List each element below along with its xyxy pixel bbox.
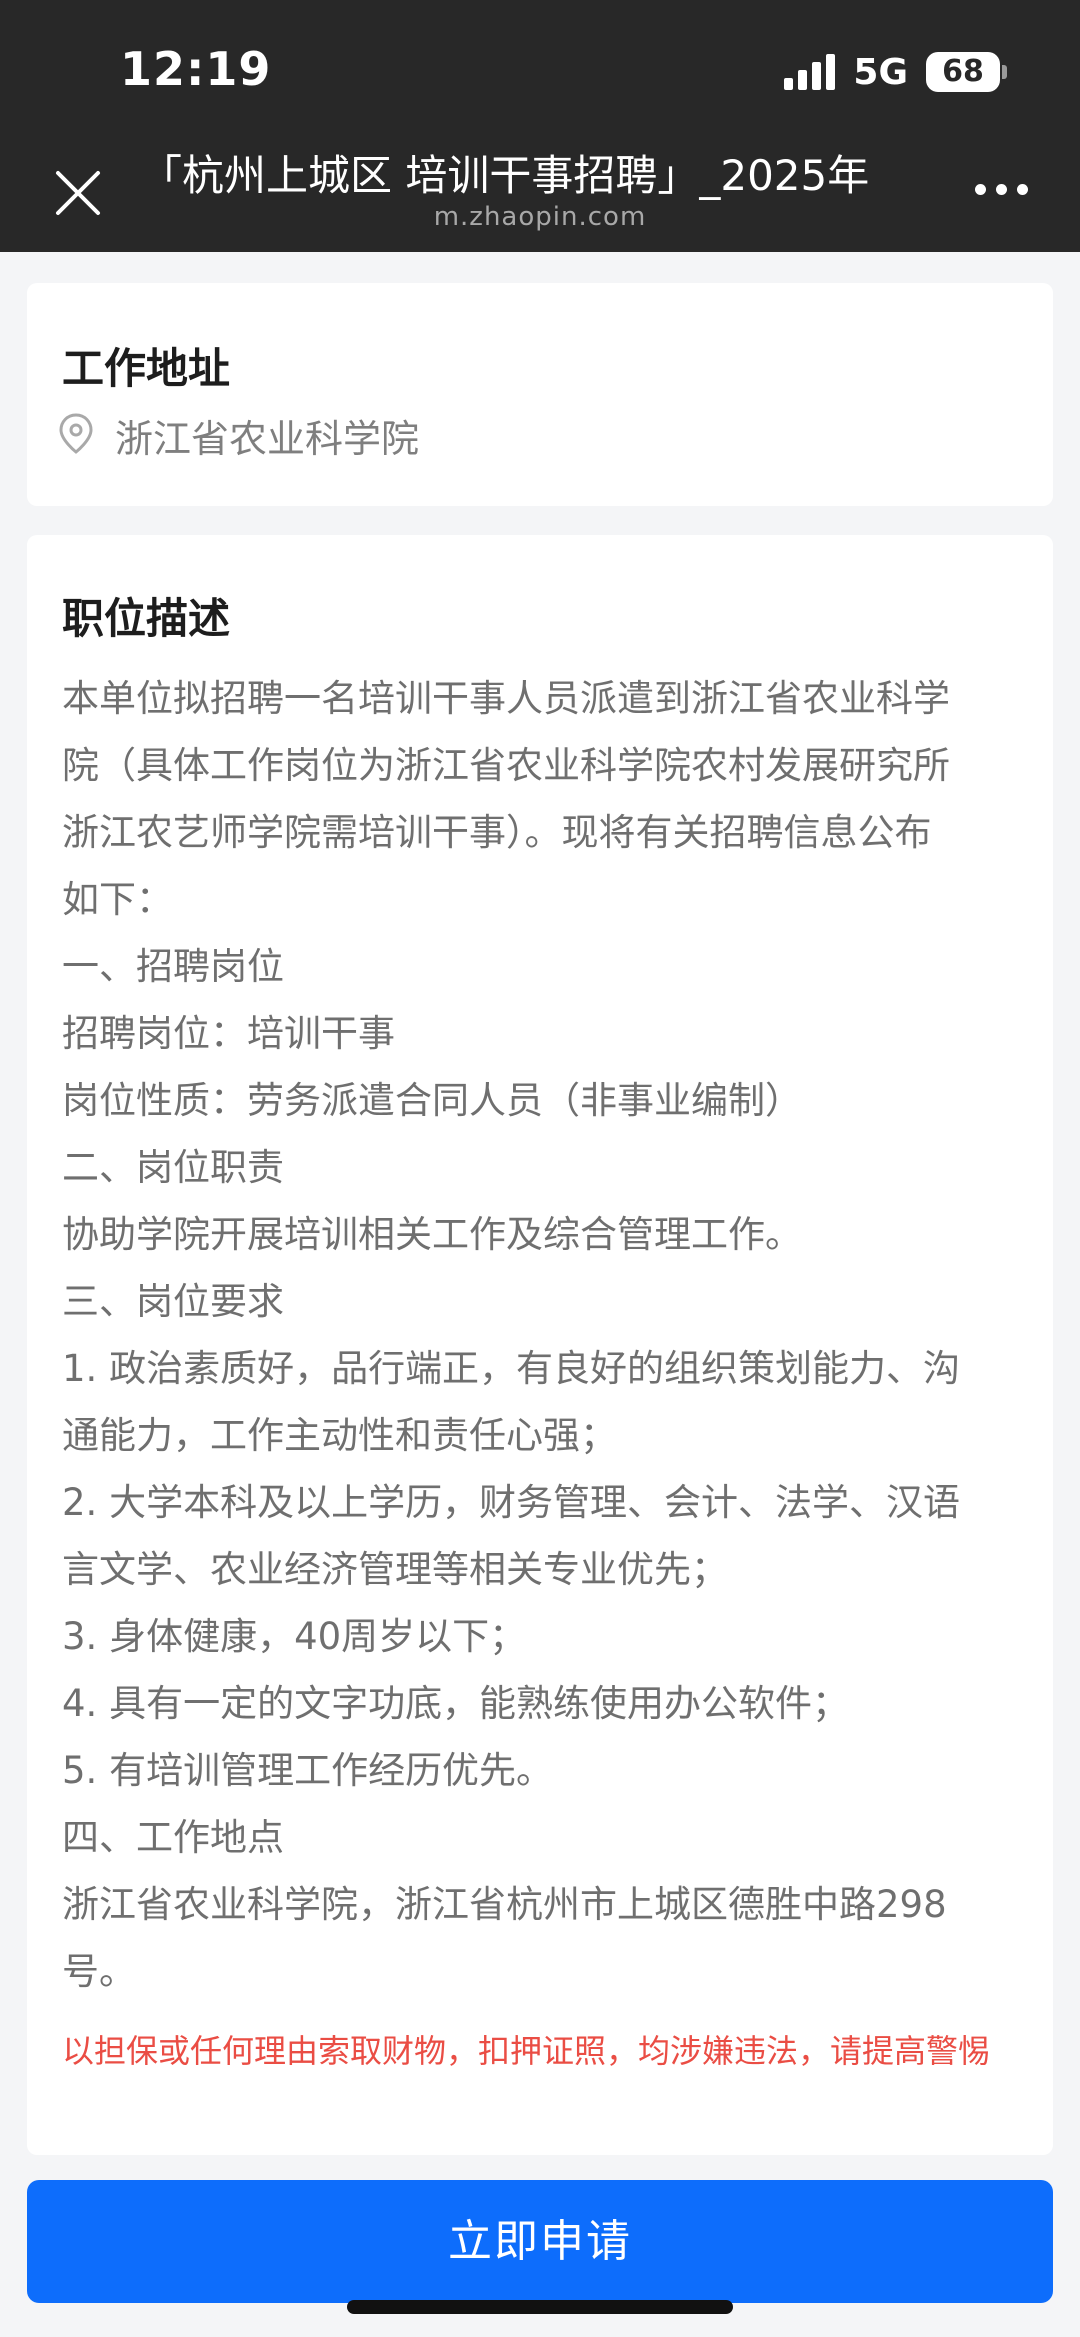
work-address-title: 工作地址 — [62, 344, 231, 393]
battery-icon: 68 — [926, 52, 1007, 92]
description-line: 号。 — [62, 1950, 136, 1993]
description-line: 岗位性质：劳务派遣合同人员（非事业编制） — [62, 1079, 802, 1122]
description-line: 3. 身体健康，40周岁以下； — [62, 1615, 527, 1658]
description-line: 四、工作地点 — [62, 1816, 284, 1859]
status-indicators: 5G 68 — [784, 50, 1007, 94]
apply-now-button[interactable]: 立即申请 — [27, 2180, 1053, 2303]
battery-level: 68 — [942, 54, 984, 89]
job-description-title: 职位描述 — [62, 594, 231, 643]
description-line: 如下： — [62, 878, 173, 921]
description-line: 一、招聘岗位 — [62, 945, 284, 988]
more-icon[interactable] — [975, 184, 1028, 195]
job-description-card: 职位描述 本单位拟招聘一名培训干事人员派遣到浙江省农业科学 院（具体工作岗位为浙… — [27, 535, 1053, 2155]
network-type: 5G — [853, 51, 908, 93]
description-line: 协助学院开展培训相关工作及综合管理工作。 — [62, 1213, 802, 1256]
status-time: 12:19 — [120, 42, 272, 96]
signal-icon — [784, 54, 836, 90]
job-description-body: 本单位拟招聘一名培训干事人员派遣到浙江省农业科学 院（具体工作岗位为浙江省农业科… — [62, 665, 1024, 2075]
description-line: 1. 政治素质好，品行端正，有良好的组织策划能力、沟 — [62, 1347, 961, 1390]
home-indicator[interactable] — [347, 2300, 733, 2314]
description-line: 三、岗位要求 — [62, 1280, 284, 1323]
address-row[interactable]: 浙江省农业科学院 — [57, 408, 419, 463]
address-text: 浙江省农业科学院 — [115, 417, 420, 461]
description-line: 浙江农艺师学院需培训干事）。现将有关招聘信息公布 — [62, 811, 932, 854]
fraud-warning: 以担保或任何理由索取财物，扣押证照，均涉嫌违法，请提高警惕 — [62, 2032, 991, 2070]
description-line: 5. 有培训管理工作经历优先。 — [62, 1749, 554, 1792]
page-title: 「杭州上城区 培训干事招聘」_2025年 — [140, 151, 870, 200]
description-line: 通能力，工作主动性和责任心强； — [62, 1414, 617, 1457]
description-line: 言文学、农业经济管理等相关专业优先； — [62, 1548, 728, 1591]
description-line: 招聘岗位：培训干事 — [62, 1012, 395, 1055]
work-address-card: 工作地址 浙江省农业科学院 — [27, 283, 1053, 506]
top-bar: 12:19 5G 68 「杭州上城区 培训干事招聘」_2025年 m.zhaop… — [0, 0, 1080, 252]
description-line: 4. 具有一定的文字功底，能熟练使用办公软件； — [62, 1682, 850, 1725]
description-line: 二、岗位职责 — [62, 1146, 284, 1189]
description-line: 院（具体工作岗位为浙江省农业科学院农村发展研究所 — [62, 744, 950, 787]
description-line: 本单位拟招聘一名培训干事人员派遣到浙江省农业科学 — [62, 677, 950, 720]
page-domain: m.zhaopin.com — [433, 202, 647, 232]
location-pin-icon — [57, 412, 95, 460]
description-line: 浙江省农业科学院，浙江省杭州市上城区德胜中路298 — [62, 1883, 947, 1926]
description-line: 2. 大学本科及以上学历，财务管理、会计、法学、汉语 — [62, 1481, 961, 1524]
